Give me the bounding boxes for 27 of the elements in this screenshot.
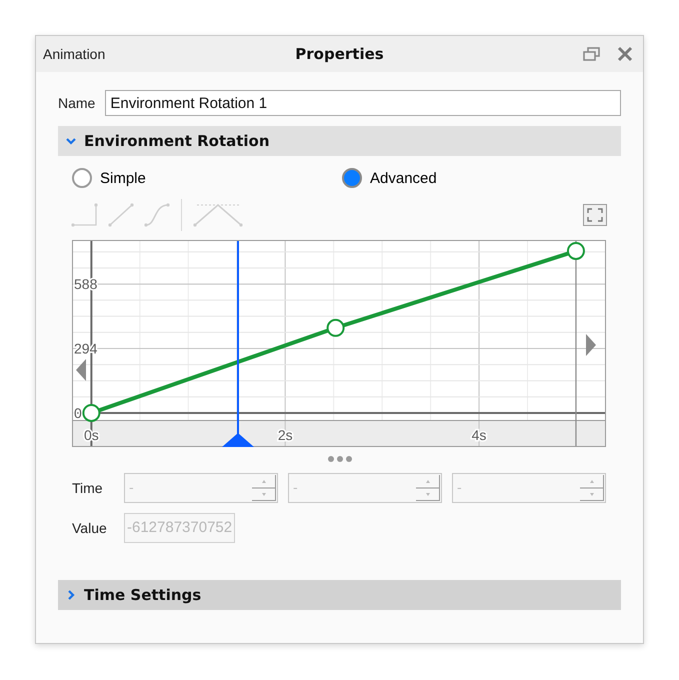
radio-button[interactable] — [342, 168, 362, 188]
radio-label: Advanced — [370, 170, 437, 186]
resize-grip-icon[interactable] — [326, 455, 352, 463]
radio-label: Simple — [100, 170, 146, 186]
time-ruler[interactable] — [72, 420, 606, 447]
x-axis-label: 2s — [278, 427, 293, 443]
chevron-icon — [66, 137, 76, 145]
radio-button[interactable] — [72, 168, 92, 188]
section-title: Time Settings — [84, 586, 202, 604]
keyframe-point[interactable] — [326, 318, 345, 337]
section-title: Environment Rotation — [84, 132, 270, 150]
x-axis-label: 4s — [472, 427, 486, 443]
section-header[interactable]: Time Settings — [58, 580, 621, 610]
panel-title: Properties — [294, 45, 385, 63]
scroll-left-icon[interactable] — [76, 359, 86, 381]
playhead[interactable] — [222, 241, 254, 447]
tab-title[interactable]: Animation — [43, 46, 106, 62]
scroll-right-icon[interactable] — [586, 334, 596, 356]
name-field[interactable]: Environment Rotation 1 — [105, 90, 621, 116]
fullscreen-icon[interactable] — [583, 204, 607, 226]
restore-icon[interactable] — [583, 47, 601, 61]
close-icon[interactable] — [617, 46, 633, 62]
name-label: Name — [58, 95, 96, 111]
chevron-icon — [66, 590, 76, 600]
time-label: Time — [72, 480, 104, 496]
value-label: Value — [72, 520, 108, 536]
section-header[interactable]: Environment Rotation — [58, 126, 621, 156]
